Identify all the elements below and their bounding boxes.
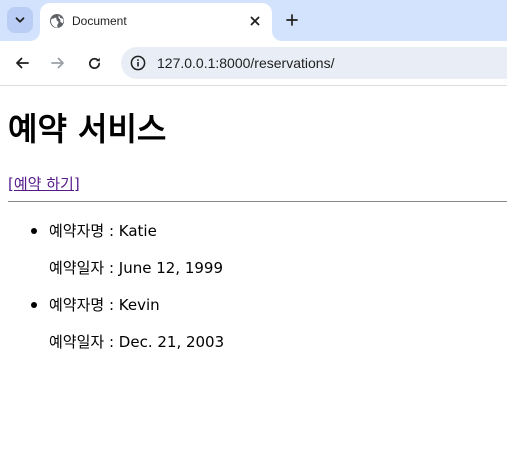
active-tab[interactable]: Document	[40, 3, 272, 41]
divider	[8, 201, 507, 202]
bullet	[31, 228, 37, 234]
reserve-link[interactable]: [예약 하기]	[8, 174, 80, 194]
reservation-name: 예약자명 : Katie	[49, 222, 157, 240]
browser-toolbar: 127.0.0.1:8000/reservations/	[0, 41, 507, 86]
tab-search-button[interactable]	[7, 7, 33, 33]
forward-button[interactable]	[45, 50, 71, 76]
close-icon	[250, 16, 260, 26]
address-bar[interactable]: 127.0.0.1:8000/reservations/	[121, 47, 507, 79]
bullet	[31, 302, 37, 308]
browser-tab-strip: Document	[0, 0, 507, 41]
plus-icon	[286, 14, 298, 26]
reservation-name: 예약자명 : Kevin	[49, 296, 160, 314]
globe-icon	[50, 14, 64, 28]
arrow-left-icon	[16, 57, 29, 69]
back-button[interactable]	[9, 50, 35, 76]
page-title: 예약 서비스	[8, 110, 167, 148]
reload-button[interactable]	[81, 50, 107, 76]
reservation-date: 예약일자 : June 12, 1999	[49, 259, 224, 277]
page-content: 예약 서비스 [예약 하기] 예약자명 : Katie 예약일자 : June …	[0, 87, 507, 454]
tab-close-button[interactable]	[246, 12, 264, 30]
info-icon	[130, 55, 146, 71]
reload-icon	[88, 57, 100, 69]
site-info-button[interactable]	[129, 54, 147, 72]
chevron-down-icon	[15, 17, 25, 23]
url-text[interactable]: 127.0.0.1:8000/reservations/	[157, 55, 334, 71]
new-tab-button[interactable]	[281, 9, 303, 31]
reservation-date: 예약일자 : Dec. 21, 2003	[49, 333, 225, 351]
tab-title: Document	[72, 14, 127, 28]
arrow-right-icon	[51, 57, 64, 69]
